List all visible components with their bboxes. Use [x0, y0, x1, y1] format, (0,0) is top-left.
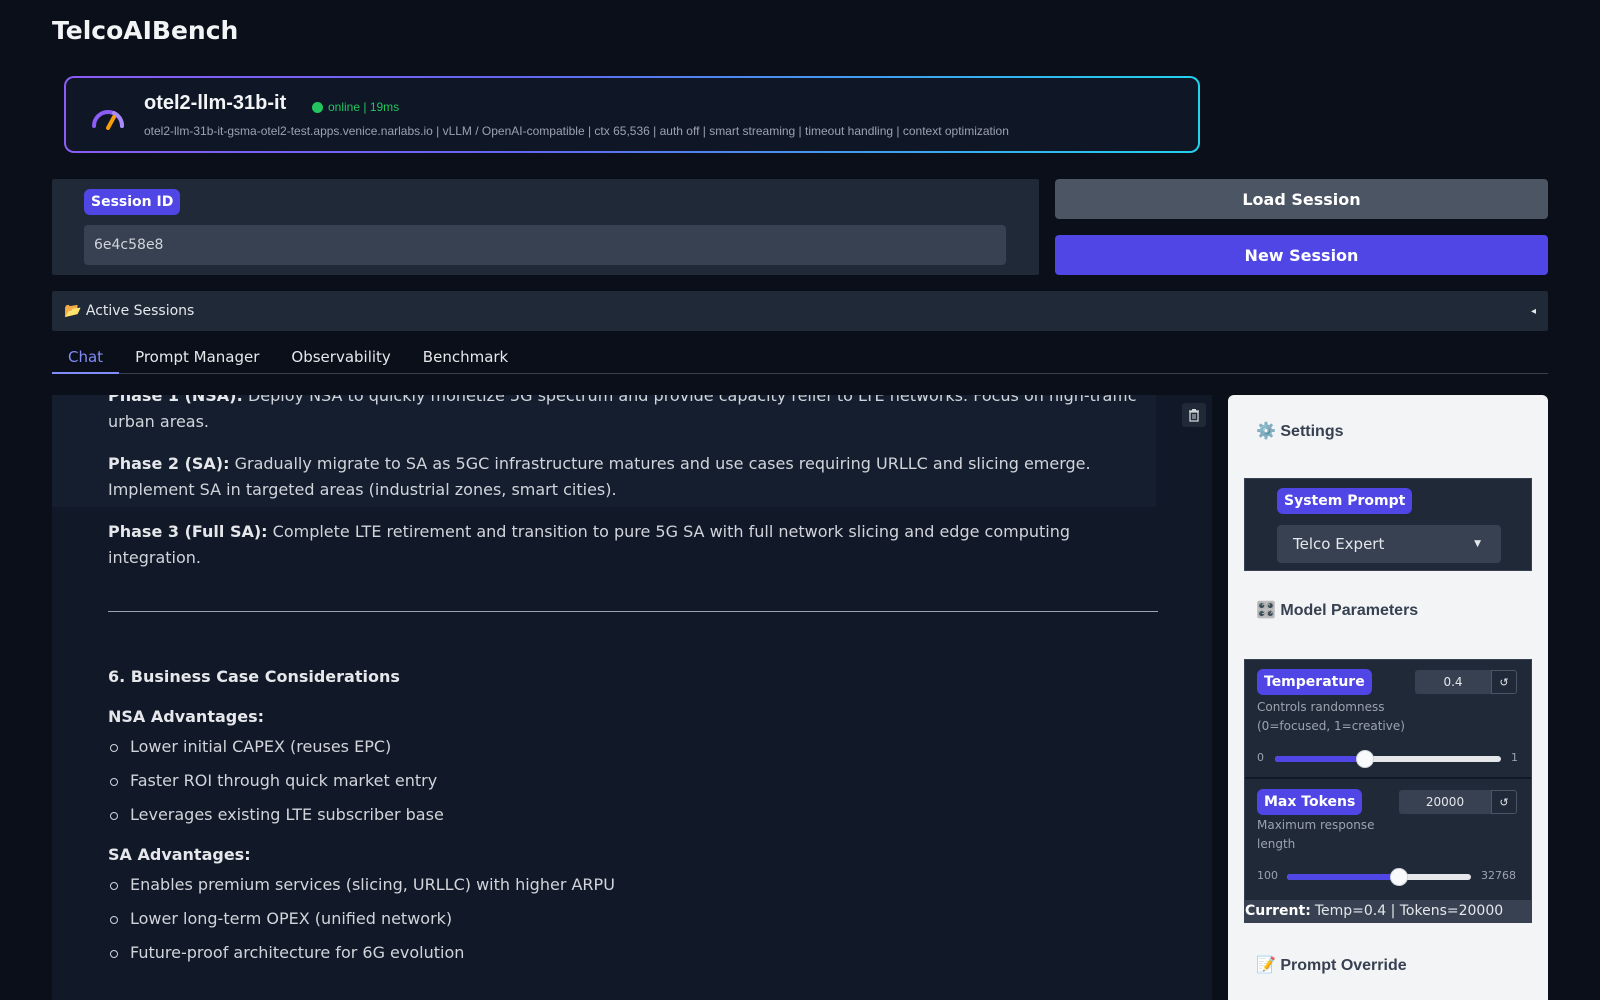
- session-panel: Session ID: [52, 179, 1039, 275]
- current-label: Current:: [1245, 903, 1311, 919]
- list-item: Enables premium services (slicing, URLLC…: [108, 872, 1158, 898]
- phase1-text: Deploy NSA to quickly monetize 5G spectr…: [108, 395, 1137, 431]
- system-prompt-label: System Prompt: [1277, 488, 1413, 514]
- phase1-paragraph: Phase 1 (NSA): Deploy NSA to quickly mon…: [108, 395, 1158, 435]
- session-id-input[interactable]: [84, 225, 1006, 265]
- list-item: Lower initial CAPEX (reuses EPC): [108, 734, 1158, 760]
- model-name: otel2-llm-31b-it: [144, 92, 287, 114]
- max-tokens-label: Max Tokens: [1257, 789, 1363, 815]
- divider: [108, 611, 1158, 612]
- phase3-paragraph: Phase 3 (Full SA): Complete LTE retireme…: [108, 519, 1158, 571]
- current-value: Temp=0.4 | Tokens=20000: [1314, 903, 1504, 919]
- chevron-down-icon: ▼: [1474, 539, 1481, 549]
- max-tokens-desc-line1: Maximum response: [1257, 818, 1375, 832]
- model-card: otel2-llm-31b-it online | 19ms otel2-llm…: [64, 76, 1200, 153]
- active-sessions-label: 📂 Active Sessions: [64, 303, 195, 319]
- max-tokens-desc-line2: length: [1257, 837, 1296, 851]
- max-tokens-desc: Maximum response length: [1257, 816, 1374, 854]
- temperature-slider-fill: [1275, 756, 1366, 762]
- model-meta: otel2-llm-31b-it-gsma-otel2-test.apps.ve…: [144, 124, 1009, 138]
- temperature-slider-thumb[interactable]: [1356, 750, 1375, 768]
- system-prompt-box: System Prompt Telco Expert ▼: [1244, 478, 1532, 571]
- max-tokens-slider[interactable]: [1287, 868, 1471, 886]
- sa-list: Enables premium services (slicing, URLLC…: [108, 872, 1158, 966]
- model-params-heading: 🎛️ Model Parameters: [1256, 602, 1419, 619]
- max-tokens-min: 100: [1257, 869, 1278, 882]
- param-divider: [1245, 777, 1531, 779]
- section-heading: 6. Business Case Considerations: [108, 667, 400, 686]
- system-prompt-value: Telco Expert: [1293, 535, 1385, 553]
- settings-panel: ⚙️ Settings System Prompt Telco Expert ▼…: [1228, 395, 1548, 1000]
- tab-bar: Chat Prompt Manager Observability Benchm…: [52, 346, 1548, 374]
- list-item: Leverages existing LTE subscriber base: [108, 802, 1158, 828]
- chat-panel[interactable]: Phase 1 (NSA): Deploy NSA to quickly mon…: [52, 395, 1212, 1000]
- tab-benchmark[interactable]: Benchmark: [407, 346, 524, 374]
- phase3-title: Phase 3 (Full SA):: [108, 522, 268, 541]
- settings-heading: ⚙️ Settings: [1256, 423, 1344, 440]
- trash-icon[interactable]: [1182, 403, 1206, 427]
- temperature-reset-icon[interactable]: ↺: [1491, 670, 1517, 694]
- app-title: TelcoAIBench: [52, 16, 239, 45]
- temperature-desc-line1: Controls randomness: [1257, 700, 1385, 714]
- model-params-box: Temperature 0.4 ↺ Controls randomness (0…: [1244, 659, 1532, 923]
- max-tokens-slider-fill: [1287, 874, 1400, 880]
- phase2-paragraph: Phase 2 (SA): Gradually migrate to SA as…: [108, 451, 1158, 503]
- max-tokens-input[interactable]: 20000: [1399, 790, 1491, 814]
- temperature-desc: Controls randomness (0=focused, 1=creati…: [1257, 698, 1405, 736]
- temperature-label: Temperature: [1257, 669, 1372, 695]
- active-sessions-accordion[interactable]: 📂 Active Sessions ◂: [52, 291, 1548, 331]
- status-text: online | 19ms: [328, 100, 400, 114]
- temperature-max: 1: [1511, 751, 1518, 764]
- phase2-title: Phase 2 (SA):: [108, 454, 230, 473]
- tab-chat[interactable]: Chat: [52, 346, 120, 374]
- phase2-text: Gradually migrate to SA as 5GC infrastru…: [108, 454, 1091, 499]
- list-item: Lower long-term OPEX (unified network): [108, 906, 1158, 932]
- temperature-min: 0: [1257, 751, 1264, 764]
- nsa-list: Lower initial CAPEX (reuses EPC) Faster …: [108, 734, 1158, 828]
- max-tokens-max: 32768: [1481, 869, 1516, 882]
- temperature-slider[interactable]: [1275, 750, 1501, 768]
- sa-heading: SA Advantages:: [108, 845, 251, 864]
- status-dot-icon: [312, 101, 323, 113]
- list-item: Faster ROI through quick market entry: [108, 768, 1158, 794]
- temperature-input[interactable]: 0.4: [1415, 670, 1491, 694]
- current-params: Current: Temp=0.4 | Tokens=20000: [1245, 900, 1531, 922]
- system-prompt-select[interactable]: Telco Expert ▼: [1277, 525, 1501, 563]
- max-tokens-slider-thumb[interactable]: [1390, 868, 1409, 886]
- prompt-override-heading: 📝 Prompt Override: [1256, 957, 1407, 974]
- gauge-icon: [92, 110, 124, 130]
- new-session-button[interactable]: New Session: [1055, 235, 1548, 275]
- status-badge: online | 19ms: [312, 100, 399, 114]
- caret-left-icon: ◂: [1530, 305, 1536, 317]
- chat-message: Phase 1 (NSA): Deploy NSA to quickly mon…: [108, 395, 1158, 980]
- temperature-desc-line2: (0=focused, 1=creative): [1257, 719, 1405, 733]
- session-id-label: Session ID: [84, 189, 181, 215]
- max-tokens-reset-icon[interactable]: ↺: [1491, 790, 1517, 814]
- load-session-button[interactable]: Load Session: [1055, 179, 1548, 219]
- nsa-heading: NSA Advantages:: [108, 707, 264, 726]
- phase1-title: Phase 1 (NSA):: [108, 395, 243, 405]
- tab-prompt-manager[interactable]: Prompt Manager: [119, 346, 275, 374]
- list-item: Future-proof architecture for 6G evoluti…: [108, 940, 1158, 966]
- tab-observability[interactable]: Observability: [275, 346, 406, 374]
